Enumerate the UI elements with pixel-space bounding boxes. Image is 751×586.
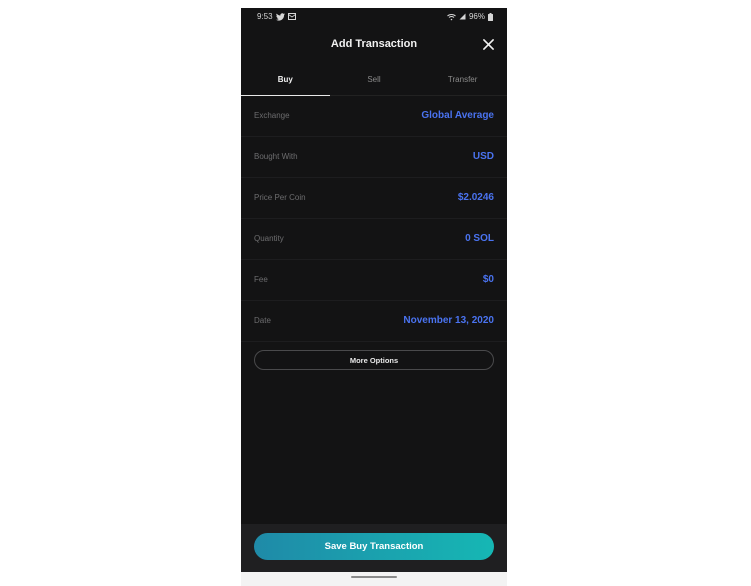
field-label: Fee: [254, 275, 268, 284]
wifi-icon: [447, 13, 456, 21]
field-fee[interactable]: Fee $0: [241, 260, 507, 301]
header: Add Transaction: [241, 26, 507, 64]
field-exchange[interactable]: Exchange Global Average: [241, 96, 507, 137]
battery-icon: [488, 12, 493, 21]
status-bar: 9:53 96%: [241, 8, 507, 26]
status-right: 96%: [447, 12, 493, 21]
field-value: Global Average: [421, 110, 494, 121]
tab-buy[interactable]: Buy: [241, 64, 330, 96]
field-label: Bought With: [254, 152, 298, 161]
system-nav-bar: [241, 572, 507, 586]
field-value: November 13, 2020: [403, 315, 494, 326]
close-icon: [482, 38, 494, 50]
field-value: USD: [472, 151, 494, 162]
field-label: Exchange: [254, 111, 290, 120]
phone-screen: 9:53 96% Add Transaction Buy Sell Transf…: [241, 8, 507, 586]
tab-sell[interactable]: Sell: [330, 64, 419, 95]
field-bought-with[interactable]: Bought With USD: [241, 137, 507, 178]
home-indicator[interactable]: [351, 576, 397, 578]
field-value: 0 SOL: [465, 233, 494, 244]
transaction-fields: Exchange Global Average Bought With USD …: [241, 96, 507, 342]
save-buy-transaction-button[interactable]: Save Buy Transaction: [254, 533, 494, 560]
field-quantity[interactable]: Quantity 0 SOL: [241, 219, 507, 260]
field-label: Quantity: [254, 234, 284, 243]
battery-text: 96%: [468, 12, 485, 21]
mail-icon: [287, 13, 296, 20]
field-label: Price Per Coin: [254, 193, 306, 202]
page-title: Add Transaction: [330, 38, 418, 50]
field-value: $0: [482, 274, 494, 285]
transaction-type-tabs: Buy Sell Transfer: [241, 64, 507, 96]
field-value: $2.0246: [457, 192, 494, 203]
field-price-per-coin[interactable]: Price Per Coin $2.0246: [241, 178, 507, 219]
signal-icon: [459, 13, 466, 20]
status-left: 9:53: [257, 12, 296, 21]
tab-transfer[interactable]: Transfer: [418, 64, 507, 95]
status-time: 9:53: [257, 12, 273, 21]
close-button[interactable]: [479, 35, 497, 53]
twitter-icon: [275, 12, 285, 21]
more-options-button[interactable]: More Options: [254, 350, 494, 370]
field-label: Date: [254, 316, 271, 325]
footer: Save Buy Transaction: [241, 524, 507, 572]
field-date[interactable]: Date November 13, 2020: [241, 301, 507, 342]
